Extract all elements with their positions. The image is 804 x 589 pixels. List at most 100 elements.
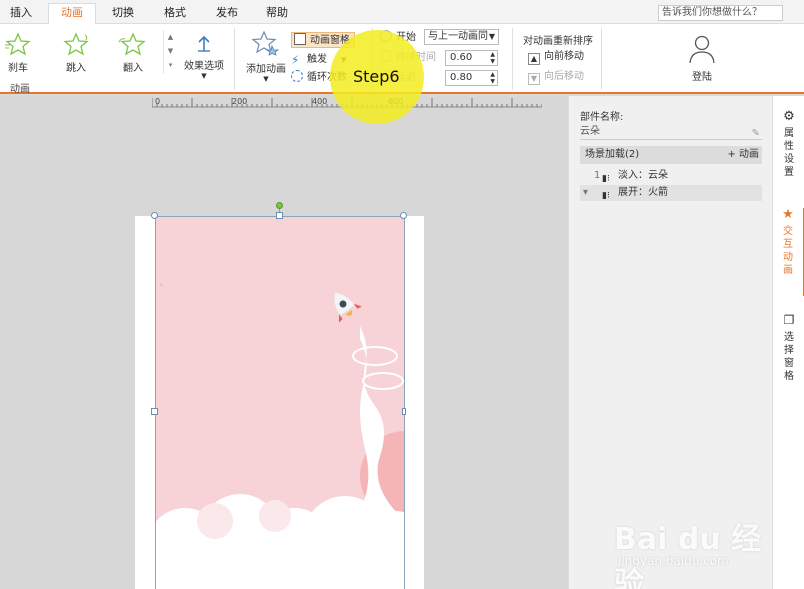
animation-index: 1 (594, 170, 601, 181)
star-effect-icon (118, 32, 146, 56)
move-backward-icon: ▼ (528, 73, 540, 85)
move-backward-button[interactable]: ▼ 向后移动 (528, 69, 584, 85)
menu-insert[interactable]: 插入 (6, 4, 36, 22)
resize-handle-ne[interactable] (400, 212, 407, 219)
star-effect-icon (5, 32, 31, 56)
start-dropdown[interactable]: 与上一动画同 ▼ (424, 29, 499, 45)
pane-icon (294, 33, 306, 45)
scene-load-header[interactable]: 场景加载(2) + 动画 (580, 146, 762, 164)
loop-icon (291, 70, 303, 82)
lightning-icon: ⚡ (291, 53, 300, 67)
tab-interactive-animation-label: 交互动画 (783, 226, 793, 276)
menu-bar: 插入 动画 切换 格式 发布 帮助 告诉我们你想做什么？ (0, 0, 804, 24)
side-tabs: ⚙ 属性设置 ★ 交互动画 ❐ 选择窗格 (772, 96, 804, 589)
animation-text: 淡入：云朵 (618, 170, 668, 181)
selection-border (404, 216, 405, 589)
resize-handle-n[interactable] (276, 212, 283, 219)
edit-icon[interactable]: ✎ (752, 126, 760, 142)
effect-jump-button[interactable]: 跳入 (56, 32, 96, 74)
add-animation-button[interactable]: 添加动画 ▼ (244, 30, 288, 83)
selection-border (155, 216, 156, 589)
move-backward-label: 向后移动 (544, 71, 584, 82)
tab-selection-pane[interactable]: ❐ 选择窗格 (773, 314, 804, 383)
add-animation-label: 添加动画 (246, 64, 286, 75)
watermark: Bai du 经验 jingyan.baidu.com (614, 514, 764, 589)
ruler-label-400: 400 (312, 97, 327, 106)
scroll-down-icon[interactable]: ▼ (164, 44, 177, 58)
effect-options-button[interactable]: 效果选项 ▼ (184, 34, 224, 80)
tab-selection-pane-label: 选择窗格 (784, 332, 794, 382)
move-forward-label: 向前移动 (544, 51, 584, 62)
ribbon-divider (601, 28, 602, 90)
menu-animation[interactable]: 动画 (48, 3, 96, 24)
slide-background[interactable]: ◦ (155, 216, 405, 589)
user-icon (689, 35, 715, 64)
smoke-ring (362, 372, 404, 390)
gear-icon: ⚙ (783, 109, 795, 124)
ribbon-divider (512, 28, 513, 90)
animation-group-label: 动画 (10, 84, 30, 95)
component-name-label: 部件名称: (580, 112, 624, 123)
scene-load-label: 场景加载(2) (585, 149, 640, 160)
animation-list-item[interactable]: ▾ ▮⁝ 展开：火箭 (580, 185, 762, 201)
trigger-label: 触发 (307, 54, 327, 65)
move-forward-icon: ▲ (528, 53, 540, 65)
effect-flip-button[interactable]: 翻入 (113, 32, 153, 74)
start-value: 与上一动画同 (428, 31, 488, 42)
watermark-url: jingyan.baidu.com (618, 554, 729, 568)
resize-handle-nw[interactable] (151, 212, 158, 219)
login-button[interactable]: 登陆 (684, 34, 720, 83)
chevron-down-icon: ▼ (201, 72, 207, 80)
effect-brake-label: 刹车 (8, 63, 28, 74)
animation-text: 展开：火箭 (618, 187, 668, 198)
resize-handle-e[interactable] (402, 408, 406, 415)
component-name-value: 云朵 (580, 126, 600, 137)
smoke-ring (352, 346, 398, 366)
slide-illustration: ◦ (155, 281, 405, 589)
effect-brake-button[interactable]: 刹车 (0, 32, 38, 74)
add-animation-star-icon (252, 30, 280, 56)
rocket-icon (334, 292, 362, 323)
layers-icon: ❐ (783, 313, 795, 327)
tab-properties-label: 属性设置 (784, 128, 794, 178)
chevron-down-icon: ▼ (263, 75, 269, 83)
scroll-up-icon[interactable]: ▲ (164, 30, 177, 44)
ruler-label-0: 0 (155, 97, 160, 106)
add-animation-link[interactable]: + 动画 (727, 146, 759, 164)
star-icon: ★ (782, 207, 794, 222)
effect-flip-label: 翻入 (123, 63, 143, 74)
reorder-title: 对动画重新排序 (523, 36, 593, 47)
tell-me-search[interactable]: 告诉我们你想做什么？ (658, 5, 783, 21)
gallery-more-icon[interactable]: ▾ (164, 58, 177, 72)
effect-options-label: 效果选项 (184, 61, 224, 72)
menu-publish[interactable]: 发布 (212, 4, 242, 22)
menu-format[interactable]: 格式 (160, 4, 190, 22)
component-name-input[interactable]: 云朵 ✎ (580, 124, 762, 140)
delay-input[interactable]: 0.80 ▲ ▼ (445, 70, 498, 86)
spinner-arrows-icon[interactable]: ▲ ▼ (490, 71, 495, 85)
menu-transition[interactable]: 切换 (108, 4, 138, 22)
effects-gallery-scroll[interactable]: ▲ ▼ ▾ (163, 30, 177, 74)
star-effect-icon (63, 32, 89, 56)
resize-handle-w[interactable] (151, 408, 158, 415)
duration-value: 0.60 (450, 52, 473, 63)
ruler-label-200: 200 (232, 97, 247, 106)
canvas-area[interactable]: 0 200 400 600 ◦ (0, 96, 568, 589)
chevron-down-icon: ▼ (488, 32, 495, 41)
rotation-handle[interactable] (276, 202, 283, 209)
ribbon-divider (234, 28, 235, 90)
expand-arrow-icon[interactable]: ▾ (583, 185, 588, 201)
small-mark: ◦ (159, 281, 164, 291)
animation-effect-icon: ▮⁝ (602, 191, 610, 201)
duration-input[interactable]: 0.60 ▲ ▼ (445, 50, 498, 66)
move-forward-button[interactable]: ▲ 向前移动 (528, 49, 584, 65)
tab-interactive-animation[interactable]: ★ 交互动画 (773, 208, 804, 296)
arrow-up-icon (198, 35, 210, 52)
delay-value: 0.80 (450, 72, 473, 83)
effect-jump-label: 跳入 (66, 63, 86, 74)
animation-list-item[interactable]: 1 ▮⁝ 淡入：云朵 (580, 168, 762, 184)
tab-properties[interactable]: ⚙ 属性设置 (773, 110, 804, 179)
spinner-arrows-icon[interactable]: ▲ ▼ (490, 51, 495, 65)
menu-help[interactable]: 帮助 (262, 4, 292, 22)
watermark-logo: Bai du 经验 (614, 522, 762, 589)
